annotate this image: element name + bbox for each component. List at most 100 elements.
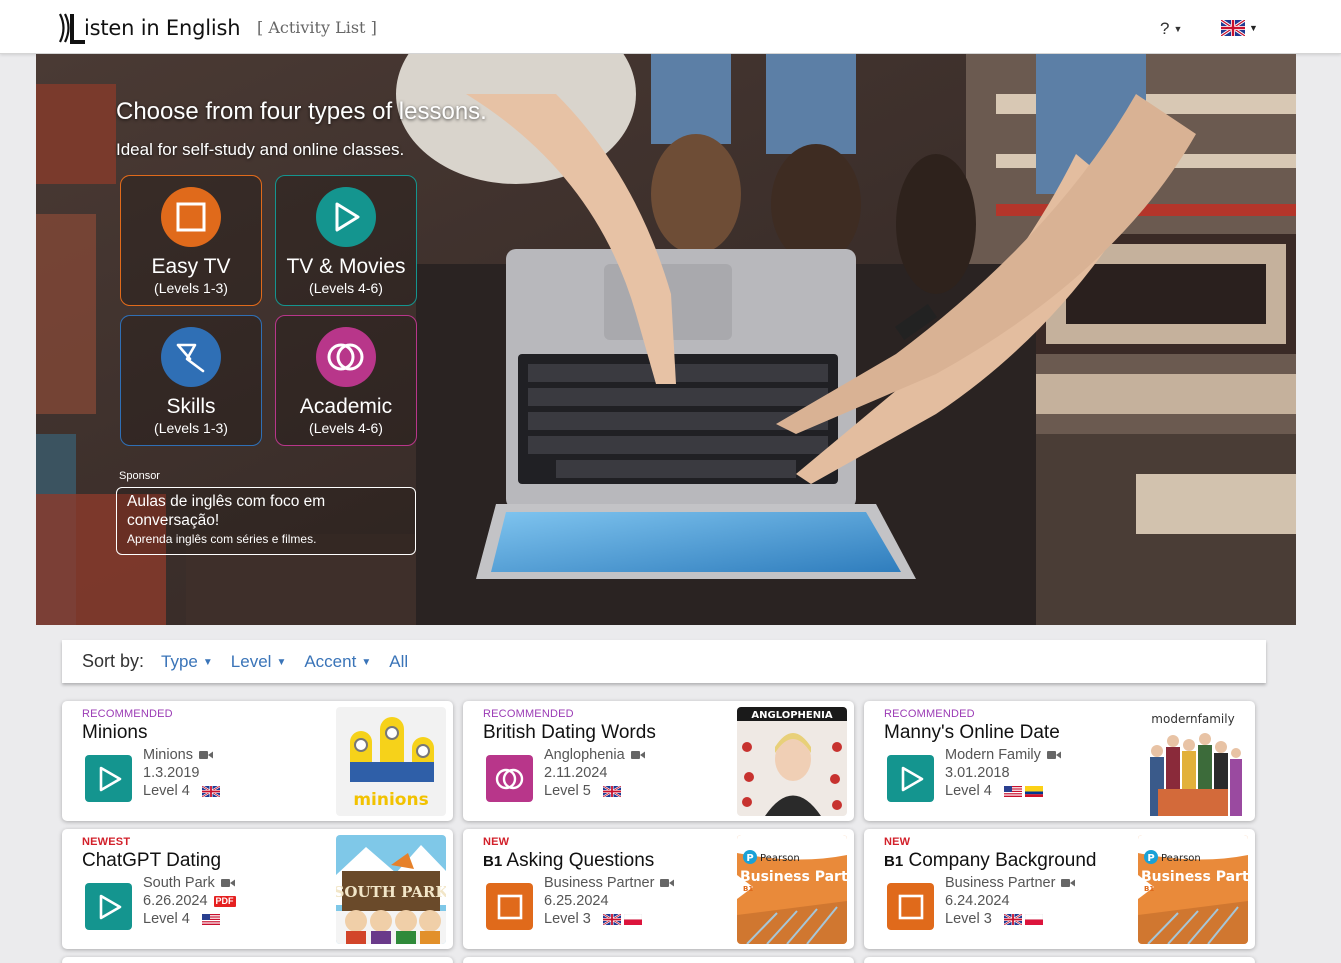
- help-dropdown[interactable]: ? ▼: [1160, 19, 1182, 39]
- language-dropdown[interactable]: ▼: [1221, 20, 1258, 36]
- lesson-type-levels: (Levels 1-3): [154, 420, 228, 436]
- uk-flag-icon: [1003, 913, 1022, 925]
- sort-option-label: Accent: [304, 651, 357, 671]
- activity-card[interactable]: NEW B1 Company Background Business Partner…: [864, 829, 1255, 949]
- card-date: 3.01.2018: [945, 765, 1010, 781]
- video-camera-icon: [198, 751, 213, 759]
- lesson-type-tv-movies[interactable]: TV & Movies (Levels 4-6): [275, 175, 417, 306]
- card-tag: RECOMMENDED: [483, 708, 574, 720]
- uk-flag-icon: [201, 785, 220, 797]
- sort-option-label: Type: [161, 651, 198, 671]
- thumb-text: Business Partner: [1141, 869, 1248, 885]
- card-meta: Business Partner 6.25.2024 Level 3: [544, 874, 675, 928]
- business-partner-thumbnail: P Pearson B1Business Partner: [737, 835, 847, 944]
- site-logo[interactable]: isten in English: [58, 12, 241, 44]
- cefr-level-badge: B1: [884, 853, 904, 870]
- south-park-thumbnail: SOUTH PARK: [336, 835, 446, 944]
- card-level: Level 5: [544, 783, 591, 799]
- svg-text:Pearson: Pearson: [760, 853, 800, 864]
- cefr-level-badge: B1: [483, 853, 503, 870]
- card-level: Level 3: [945, 911, 992, 927]
- svg-text:Pearson: Pearson: [1161, 853, 1201, 864]
- card-title-text: British Dating Words: [483, 722, 656, 743]
- card-date: 1.3.2019: [143, 765, 200, 781]
- caret-down-icon: ▼: [1173, 24, 1183, 34]
- activity-card[interactable]: RECOMMENDED Manny's Online Date Modern Fam…: [864, 701, 1255, 821]
- card-title: British Dating Words: [483, 722, 656, 744]
- sponsor-headline: Aulas de inglês com foco em conversação!: [127, 493, 326, 529]
- colombia-flag-icon: [1024, 785, 1043, 797]
- sort-all-link[interactable]: All: [389, 652, 408, 672]
- svg-text:B1: B1: [1144, 885, 1154, 893]
- video-camera-icon: [220, 879, 235, 887]
- logo-text: isten in English: [84, 16, 241, 40]
- card-meta: South Park 6.26.2024 PDF Level 4: [143, 874, 236, 928]
- us-flag-icon: [1003, 785, 1022, 797]
- sponsor-ad[interactable]: Aulas de inglês com foco em conversação!…: [116, 487, 416, 555]
- activity-card[interactable]: NEW B1 Asking Questions Business Partner 6.…: [463, 829, 854, 949]
- card-show: Minions: [143, 747, 193, 763]
- logo-mark-icon: [59, 13, 85, 44]
- sort-accent-dropdown[interactable]: Accent ▼: [304, 652, 371, 672]
- thumb-text: modernfamily: [1151, 712, 1234, 726]
- thumb-text: ANGLOPHENIA: [751, 710, 832, 721]
- card-meta: Minions 1.3.2019 Level 4: [143, 746, 220, 800]
- card-level: Level 4: [143, 783, 190, 799]
- card-meta: Modern Family 3.01.2018 Level 4: [945, 746, 1061, 800]
- activity-card[interactable]: RECOMMENDED British Dating Words Anglophen…: [463, 701, 854, 821]
- uk-flag-icon: [602, 913, 621, 925]
- video-camera-icon: [630, 751, 645, 759]
- pdf-badge: PDF: [213, 895, 236, 907]
- sponsor-subtext: Aprenda inglês com séries e filmes.: [127, 532, 317, 546]
- sort-type-dropdown[interactable]: Type ▼: [161, 652, 213, 672]
- card-date: 6.26.2024: [143, 893, 208, 909]
- square-icon: [486, 883, 533, 930]
- svg-text:B1: B1: [743, 885, 753, 893]
- uk-flag-icon: [602, 785, 621, 797]
- card-tag: NEW: [884, 836, 911, 848]
- card-tag: NEWEST: [82, 836, 131, 848]
- card-show: Business Partner: [544, 875, 655, 891]
- card-level: Level 4: [143, 911, 190, 927]
- card-meta: Business Partner 6.24.2024 Level 3: [945, 874, 1076, 928]
- lesson-type-levels: (Levels 4-6): [309, 280, 383, 296]
- lesson-type-skills[interactable]: Skills (Levels 1-3): [120, 315, 262, 446]
- thumb-text: SOUTH PARK: [336, 883, 446, 901]
- activity-card[interactable]: NEWEST ChatGPT Dating South Park 6.26.2024 P…: [62, 829, 453, 949]
- card-show: Business Partner: [945, 875, 1056, 891]
- poland-flag-icon: [1024, 913, 1043, 925]
- lesson-type-academic[interactable]: Academic (Levels 4-6): [275, 315, 417, 446]
- card-tag: RECOMMENDED: [82, 708, 173, 720]
- card-title: B1 Asking Questions: [483, 850, 654, 872]
- help-label: ?: [1160, 19, 1170, 38]
- card-tag: RECOMMENDED: [884, 708, 975, 720]
- lesson-type-name: Skills: [166, 395, 216, 418]
- play-icon: [85, 883, 132, 930]
- caret-down-icon: ▼: [276, 656, 287, 668]
- sort-label: Sort by:: [82, 651, 145, 671]
- card-title: Minions: [82, 722, 147, 744]
- lesson-type-name: Easy TV: [151, 255, 231, 278]
- play-icon: [316, 187, 376, 247]
- sort-level-dropdown[interactable]: Level ▼: [231, 652, 287, 672]
- card-meta: Anglophenia 2.11.2024 Level 5: [544, 746, 645, 800]
- play-icon: [85, 755, 132, 802]
- video-camera-icon: [1046, 751, 1061, 759]
- sort-bar: Sort by: Type ▼ Level ▼ Accent ▼ All: [62, 640, 1266, 683]
- lesson-type-levels: (Levels 1-3): [154, 280, 228, 296]
- activity-card[interactable]: RECOMMENDED Minions Minions 1.3.2019 Level 4…: [62, 701, 453, 821]
- square-icon: [161, 187, 221, 247]
- caret-down-icon: ▼: [202, 656, 213, 668]
- lesson-type-name: Academic: [299, 395, 393, 418]
- breadcrumb: [ Activity List ]: [257, 18, 377, 37]
- card-level: Level 3: [544, 911, 591, 927]
- play-icon: [887, 755, 934, 802]
- card-partial: [463, 957, 854, 963]
- academic-icon: [486, 755, 533, 802]
- card-level: Level 4: [945, 783, 992, 799]
- video-camera-icon: [660, 879, 675, 887]
- lesson-type-easy-tv[interactable]: Easy TV (Levels 1-3): [120, 175, 262, 306]
- sponsor-label: Sponsor: [119, 470, 160, 482]
- card-title-text: Manny's Online Date: [884, 722, 1060, 743]
- minions-thumbnail: minions: [336, 707, 446, 816]
